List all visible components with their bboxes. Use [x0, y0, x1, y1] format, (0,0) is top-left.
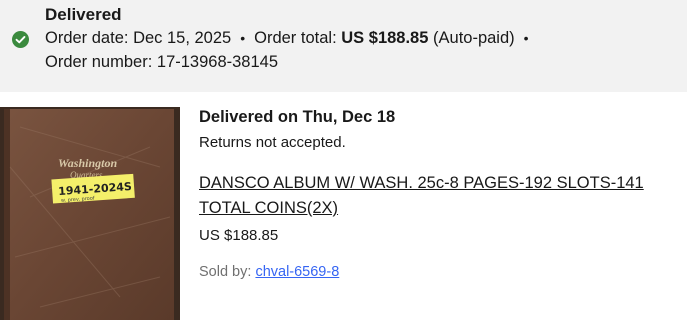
item-thumbnail[interactable]: Washington Quarters 1941-2024S w. prev. … — [0, 107, 180, 320]
order-date-label: Order date: — [45, 29, 129, 47]
item-title-link[interactable]: DANSCO ALBUM W/ WASH. 25c-8 PAGES-192 SL… — [199, 171, 685, 221]
separator-dot: • — [240, 30, 246, 46]
order-details-line: Order date: Dec 15, 2025 • Order total: US… — [45, 29, 538, 48]
payment-note: (Auto-paid) — [433, 29, 515, 47]
order-total: US $188.85 — [341, 29, 429, 47]
album-cover-title: Washington — [58, 156, 117, 170]
seller-link[interactable]: chval-6569-8 — [255, 264, 339, 280]
order-summary: Delivered Order date: Dec 15, 2025 • Order… — [0, 0, 687, 92]
order-status: Delivered — [45, 5, 122, 24]
order-number: 17-13968-38145 — [156, 53, 278, 71]
returns-policy: Returns not accepted. — [199, 134, 346, 151]
order-number-label: Order number: — [45, 53, 153, 71]
order-total-label: Order total: — [254, 29, 337, 47]
item-price: US $188.85 — [199, 227, 279, 244]
coin-album-image: Washington Quarters 1941-2024S w. prev. … — [0, 107, 180, 320]
seller-info: Sold by: chval-6569-8 — [199, 264, 339, 280]
order-date: Dec 15, 2025 — [133, 29, 232, 47]
delivery-date: Delivered on Thu, Dec 18 — [199, 108, 396, 126]
seller-label: Sold by: — [199, 264, 252, 280]
order-number-line: Order number: 17-13968-38145 — [45, 53, 278, 72]
check-circle-icon — [12, 31, 29, 48]
separator-dot-trailing: • — [523, 30, 529, 46]
